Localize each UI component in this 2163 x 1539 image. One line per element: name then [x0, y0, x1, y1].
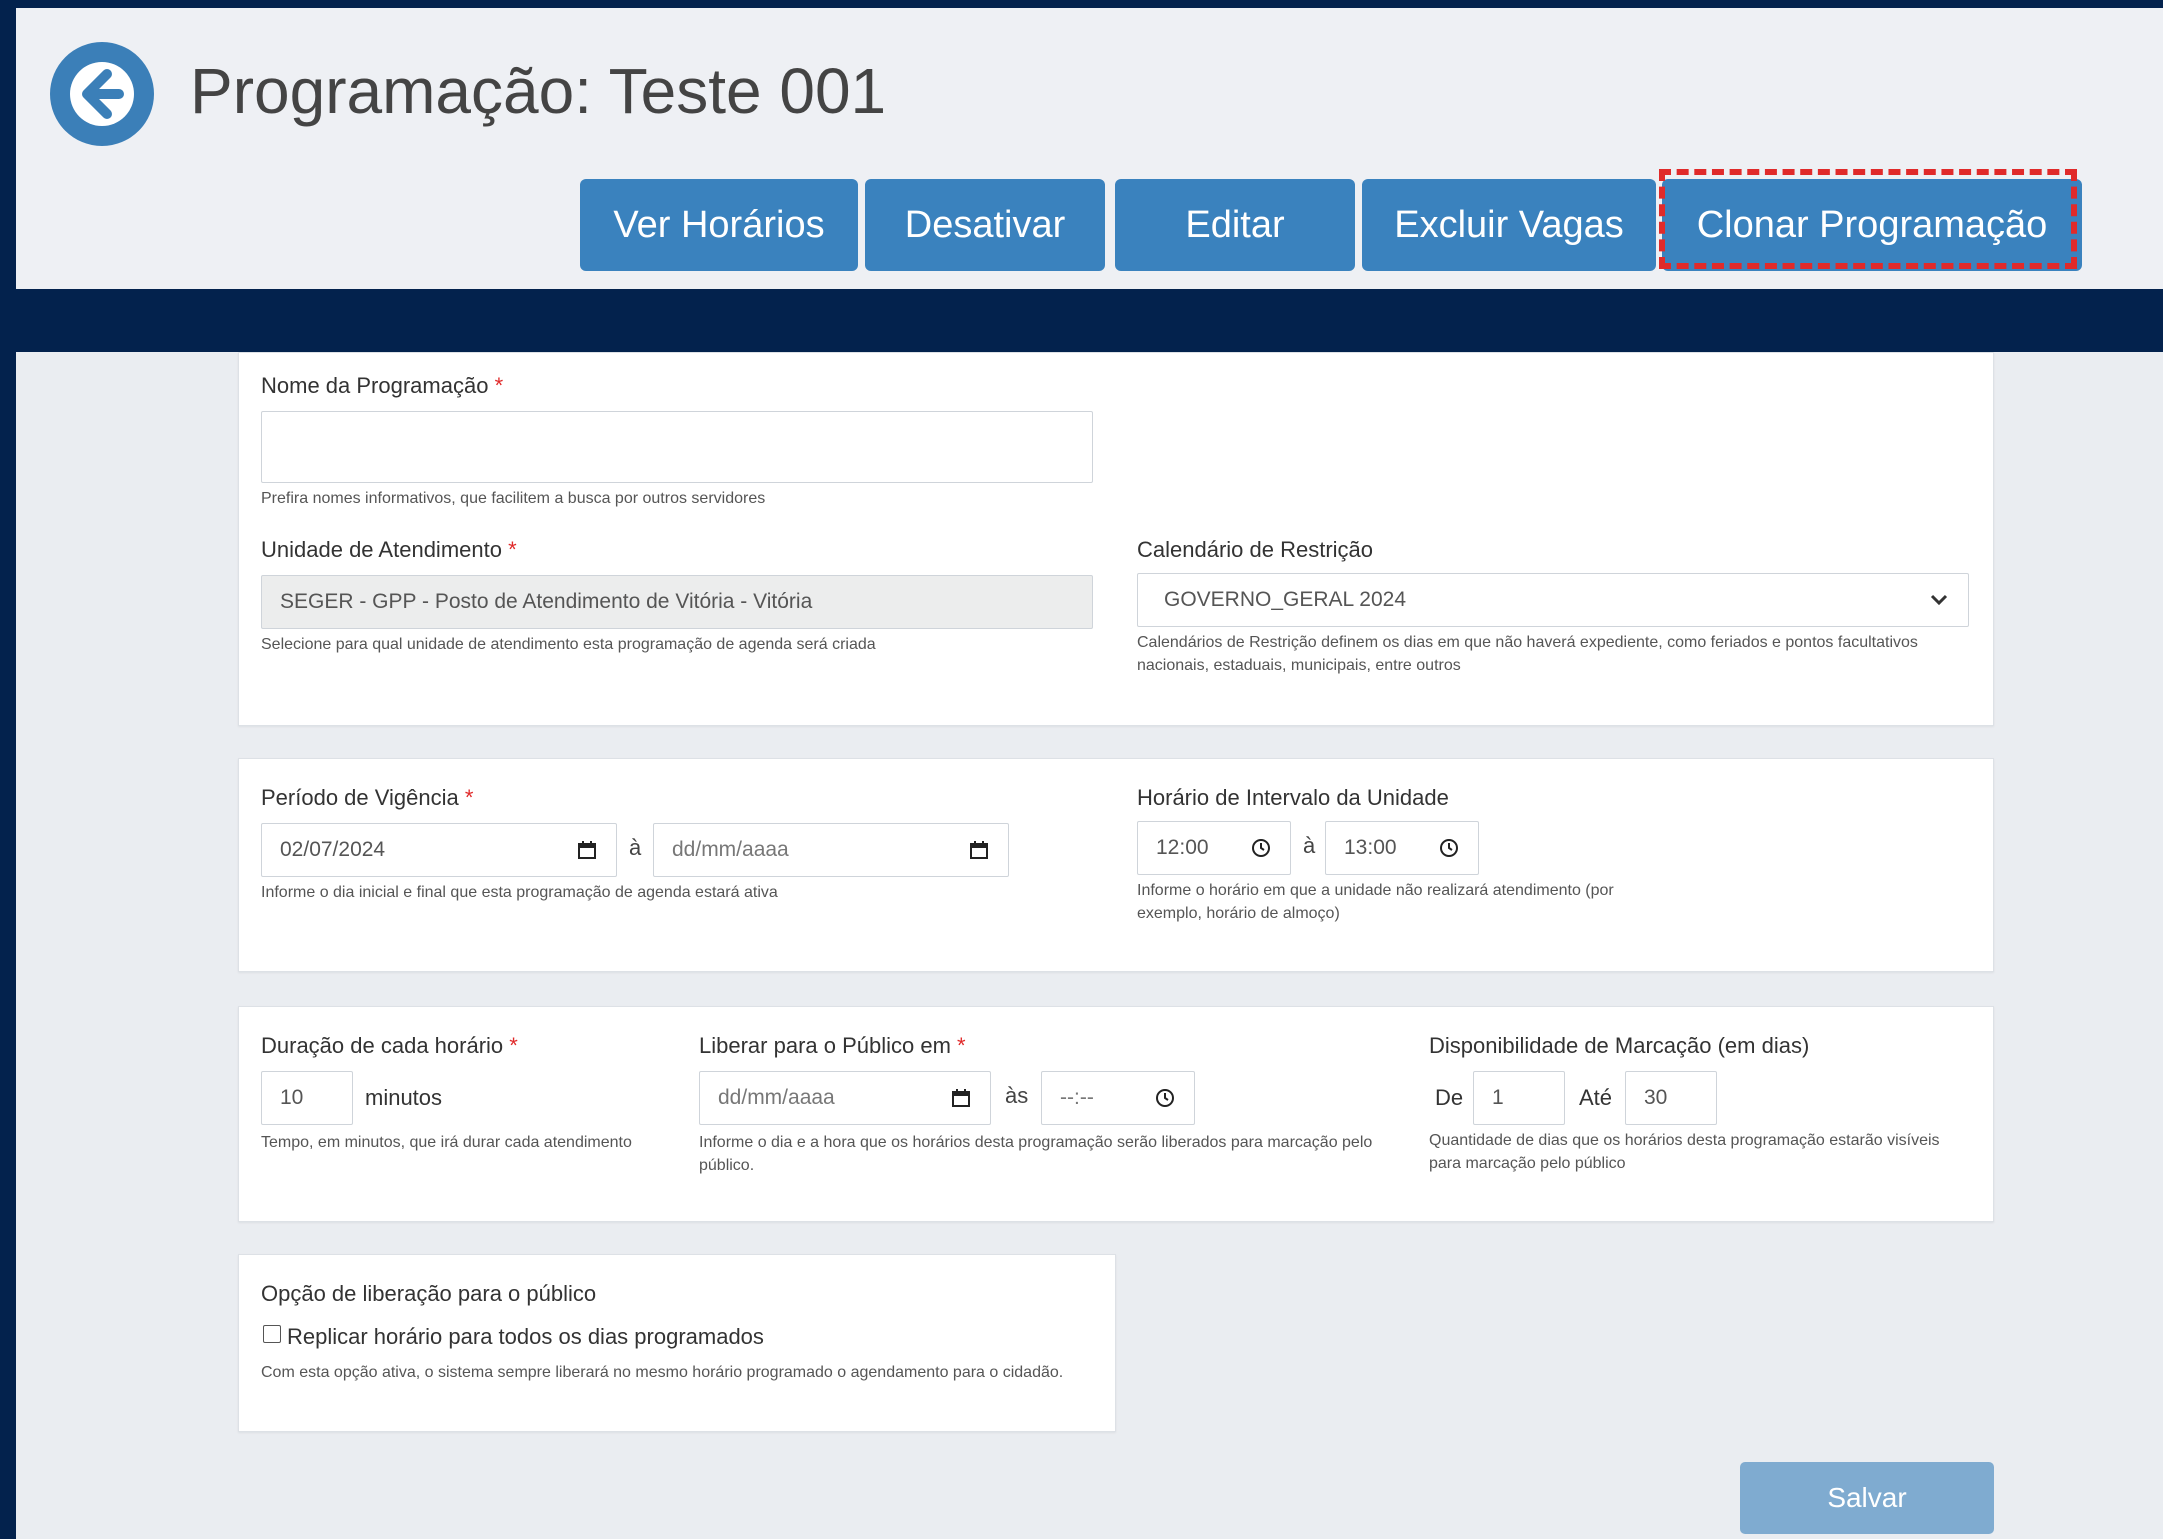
clonar-programacao-button[interactable]: Clonar Programação [1662, 179, 2082, 271]
calendar-icon[interactable] [950, 1087, 972, 1109]
opcao-label: Opção de liberação para o público [261, 1281, 597, 1306]
card-period: Período de Vigência * 02/07/2024 à dd/mm… [238, 758, 1994, 972]
vigencia-end-input[interactable]: dd/mm/aaaa [653, 823, 1009, 877]
vigencia-label: Período de Vigência * [261, 785, 474, 810]
opcao-help: Com esta opção ativa, o sistema sempre l… [261, 1364, 1064, 1381]
card-scheduling: Duração de cada horário * 10 minutos Tem… [238, 1006, 1994, 1222]
disponibilidade-de-input[interactable]: 1 [1473, 1071, 1565, 1125]
disponibilidade-help: Quantidade de dias que os horários desta… [1429, 1132, 1940, 1172]
disponibilidade-label: Disponibilidade de Marcação (em dias) [1429, 1033, 1810, 1058]
unidade-label: Unidade de Atendimento * [261, 537, 517, 562]
clock-icon[interactable] [1250, 837, 1272, 859]
card-release-option: Opção de liberação para o público Replic… [238, 1254, 1116, 1432]
intervalo-help: Informe o horário em que a unidade não r… [1137, 882, 1614, 922]
unidade-field: SEGER - GPP - Posto de Atendimento de Vi… [261, 575, 1093, 629]
card-general: Nome da Programação * Prefira nomes info… [238, 352, 1994, 726]
nome-help: Prefira nomes informativos, que facilite… [261, 490, 766, 507]
replicar-checkbox[interactable] [263, 1325, 281, 1343]
chevron-down-icon [1928, 589, 1950, 611]
intervalo-label: Horário de Intervalo da Unidade [1137, 785, 1449, 810]
calendar-icon[interactable] [576, 839, 598, 861]
vigencia-start-input[interactable]: 02/07/2024 [261, 823, 617, 877]
replicar-checkbox-label[interactable]: Replicar horário para todos os dias prog… [287, 1324, 764, 1350]
duracao-input[interactable]: 10 [261, 1071, 353, 1125]
liberar-time-input[interactable]: --:-- [1041, 1071, 1195, 1125]
editar-button[interactable]: Editar [1115, 179, 1355, 271]
nome-label: Nome da Programação * [261, 373, 504, 398]
duracao-help: Tempo, em minutos, que irá durar cada at… [261, 1134, 632, 1151]
disponibilidade-ate-input[interactable]: 30 [1625, 1071, 1717, 1125]
ver-horarios-button[interactable]: Ver Horários [580, 179, 858, 271]
page-title: Programação: Teste 001 [190, 55, 887, 127]
intervalo-end-input[interactable]: 13:00 [1325, 821, 1479, 875]
calendario-select[interactable]: GOVERNO_GERAL 2024 [1137, 573, 1969, 627]
vigencia-help: Informe o dia inicial e final que esta p… [261, 884, 778, 901]
unidade-help: Selecione para qual unidade de atendimen… [261, 636, 876, 653]
duracao-unit: minutos [365, 1085, 443, 1110]
intervalo-separator: à [1303, 833, 1316, 858]
save-button[interactable]: Salvar [1740, 1462, 1994, 1534]
clock-icon[interactable] [1154, 1087, 1176, 1109]
form-area: Nome da Programação * Prefira nomes info… [16, 352, 2163, 1539]
calendar-icon[interactable] [968, 839, 990, 861]
ate-label: Até [1579, 1085, 1613, 1110]
intervalo-start-input[interactable]: 12:00 [1137, 821, 1291, 875]
page-header: Programação: Teste 001 Ver Horários Desa… [16, 8, 2163, 289]
excluir-vagas-button[interactable]: Excluir Vagas [1362, 179, 1656, 271]
de-label: De [1435, 1085, 1464, 1110]
calendario-help: Calendários de Restrição definem os dias… [1137, 634, 1918, 674]
liberar-help: Informe o dia e a hora que os horários d… [699, 1134, 1373, 1174]
nome-input[interactable] [261, 411, 1093, 483]
liberar-date-input[interactable]: dd/mm/aaaa [699, 1071, 991, 1125]
duracao-label: Duração de cada horário * [261, 1033, 518, 1058]
clock-icon[interactable] [1438, 837, 1460, 859]
desativar-button[interactable]: Desativar [865, 179, 1105, 271]
arrow-left-icon [70, 62, 134, 126]
liberar-label: Liberar para o Público em * [699, 1033, 966, 1058]
liberar-separator: às [1005, 1083, 1029, 1108]
back-button[interactable] [50, 42, 154, 146]
vigencia-separator: à [629, 835, 642, 860]
calendario-label: Calendário de Restrição [1137, 537, 1374, 562]
